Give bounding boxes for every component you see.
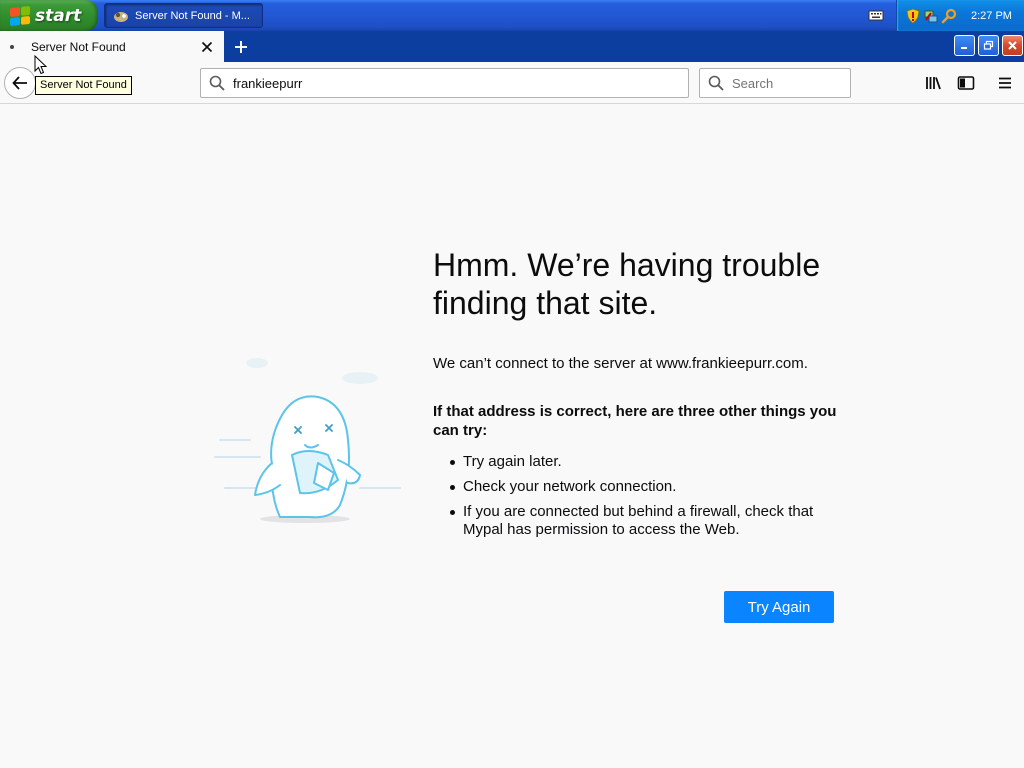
new-tab-button[interactable] — [228, 34, 254, 60]
keyboard-icon[interactable] — [868, 8, 884, 22]
library-button[interactable] — [924, 73, 944, 93]
minimize-icon — [961, 47, 967, 49]
close-tab-button[interactable] — [196, 36, 218, 58]
plus-icon — [235, 41, 247, 53]
restore-icon — [983, 40, 994, 50]
menu-button[interactable] — [995, 73, 1015, 93]
search-key-icon[interactable] — [941, 8, 957, 24]
minimize-button[interactable] — [954, 35, 975, 56]
restore-button[interactable] — [978, 35, 999, 56]
search-bar[interactable] — [699, 68, 851, 98]
library-icon — [926, 77, 941, 90]
list-item: Check your network connection. — [433, 478, 833, 496]
search-icon — [708, 75, 724, 91]
tab-tooltip: Server Not Found — [35, 76, 132, 95]
tab-title: Server Not Found — [31, 39, 126, 54]
list-item: If you are connected but behind a firewa… — [433, 503, 833, 539]
taskbar: start Server Not Found - M... 2:27 PM — [0, 0, 1024, 31]
back-button[interactable] — [4, 67, 36, 99]
error-page: Hmm. We’re having trouble finding that s… — [0, 105, 1024, 768]
sidebar-icon — [957, 76, 975, 90]
taskbar-item-title: Server Not Found - M... — [135, 9, 250, 22]
try-again-button[interactable]: Try Again — [724, 591, 834, 623]
mouse-cursor-icon — [34, 55, 48, 75]
tab-loading-dot — [10, 44, 14, 49]
list-item: Try again later. — [433, 453, 833, 471]
taskbar-item-browser[interactable]: Server Not Found - M... — [104, 3, 263, 28]
sidebar-button[interactable] — [956, 73, 976, 93]
browser-task-icon — [114, 11, 128, 22]
trouble-illustration — [214, 358, 401, 523]
security-shield-icon[interactable] — [905, 8, 921, 24]
close-icon — [201, 41, 213, 52]
suggestion-list: Try again later. Check your network conn… — [433, 453, 833, 546]
hamburger-menu-icon — [999, 77, 1011, 89]
back-arrow-icon — [12, 76, 27, 90]
start-label: start — [35, 5, 82, 26]
windows-flag-icon — [10, 5, 30, 26]
window-close-button[interactable] — [1002, 35, 1023, 56]
navigation-toolbar — [0, 62, 1024, 104]
url-input[interactable] — [233, 75, 688, 91]
network-icon[interactable] — [923, 8, 939, 24]
close-icon — [1008, 41, 1017, 50]
start-button[interactable]: start — [0, 0, 98, 31]
error-subheading: If that address is correct, here are thr… — [433, 403, 837, 439]
address-bar[interactable] — [200, 68, 689, 98]
tab-strip: Server Not Found — [0, 31, 1024, 62]
search-input[interactable] — [732, 75, 850, 91]
search-icon — [209, 75, 225, 91]
error-title: Hmm. We’re having trouble finding that s… — [433, 247, 821, 321]
clock[interactable]: 2:27 PM — [971, 10, 1012, 22]
error-description: We can’t connect to the server at www.fr… — [433, 355, 808, 372]
system-tray: 2:27 PM — [896, 0, 1024, 31]
